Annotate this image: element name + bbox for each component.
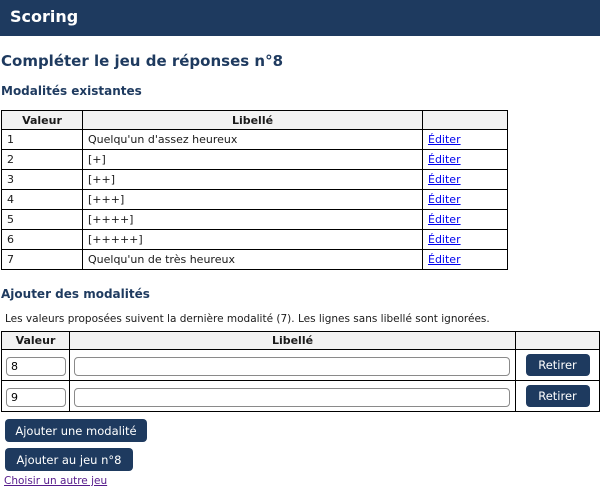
row-label: [+++++] bbox=[82, 229, 423, 250]
edit-link[interactable]: Éditer bbox=[428, 133, 461, 146]
edit-link[interactable]: Éditer bbox=[428, 253, 461, 266]
label-input[interactable] bbox=[74, 356, 510, 376]
add-to-set-button[interactable]: Ajouter au jeu n°8 bbox=[5, 448, 133, 471]
existing-modalities-table: Valeur Libellé 1 Quelqu'un d'assez heure… bbox=[1, 110, 508, 270]
app-title: Scoring bbox=[10, 7, 79, 26]
row-value: 6 bbox=[1, 229, 83, 250]
add-modalite-button[interactable]: Ajouter une modalité bbox=[5, 419, 147, 442]
row-label: [+] bbox=[82, 149, 423, 170]
remove-row-button[interactable]: Retirer bbox=[525, 385, 590, 407]
table-row: 2 [+] Éditer bbox=[1, 149, 508, 170]
row-value: 7 bbox=[1, 249, 83, 270]
add-modalities-table: Valeur Libellé Retirer Retirer bbox=[1, 331, 600, 412]
row-label: [++] bbox=[82, 169, 423, 190]
column-header-libelle: Libellé bbox=[82, 110, 423, 130]
remove-row-button[interactable]: Retirer bbox=[525, 354, 590, 376]
edit-link[interactable]: Éditer bbox=[428, 233, 461, 246]
row-value: 5 bbox=[1, 209, 83, 230]
row-label: [++++] bbox=[82, 209, 423, 230]
label-input[interactable] bbox=[74, 387, 510, 407]
row-label: Quelqu'un de très heureux bbox=[82, 249, 423, 270]
table-row: 3 [++] Éditer bbox=[1, 169, 508, 190]
table-row: 5 [++++] Éditer bbox=[1, 209, 508, 230]
info-note: Les valeurs proposées suivent la dernièr… bbox=[5, 313, 490, 325]
choose-other-set-link[interactable]: Choisir un autre jeu bbox=[4, 475, 107, 487]
column-header-valeur: Valeur bbox=[1, 331, 70, 350]
column-header-actions bbox=[422, 110, 508, 130]
table-header-row: Valeur Libellé bbox=[1, 331, 600, 350]
existing-heading: Modalités existantes bbox=[1, 84, 142, 98]
table-row: Retirer bbox=[1, 349, 600, 381]
row-label: [+++] bbox=[82, 189, 423, 210]
table-row: 1 Quelqu'un d'assez heureux Éditer bbox=[1, 129, 508, 150]
row-value: 3 bbox=[1, 169, 83, 190]
row-value: 1 bbox=[1, 129, 83, 150]
column-header-libelle: Libellé bbox=[69, 331, 516, 350]
table-row: 6 [+++++] Éditer bbox=[1, 229, 508, 250]
table-row: 4 [+++] Éditer bbox=[1, 189, 508, 210]
value-input[interactable] bbox=[6, 356, 66, 376]
column-header-actions bbox=[515, 331, 600, 350]
edit-link[interactable]: Éditer bbox=[428, 153, 461, 166]
table-row: Retirer bbox=[1, 380, 600, 412]
add-heading: Ajouter des modalités bbox=[1, 287, 150, 301]
edit-link[interactable]: Éditer bbox=[428, 193, 461, 206]
edit-link[interactable]: Éditer bbox=[428, 173, 461, 186]
top-bar: Scoring bbox=[0, 0, 600, 36]
table-row: 7 Quelqu'un de très heureux Éditer bbox=[1, 249, 508, 270]
row-value: 4 bbox=[1, 189, 83, 210]
page-title: Compléter le jeu de réponses n°8 bbox=[1, 52, 284, 70]
row-label: Quelqu'un d'assez heureux bbox=[82, 129, 423, 150]
value-input[interactable] bbox=[6, 387, 66, 407]
column-header-valeur: Valeur bbox=[1, 110, 83, 130]
table-header-row: Valeur Libellé bbox=[1, 110, 508, 130]
edit-link[interactable]: Éditer bbox=[428, 213, 461, 226]
row-value: 2 bbox=[1, 149, 83, 170]
